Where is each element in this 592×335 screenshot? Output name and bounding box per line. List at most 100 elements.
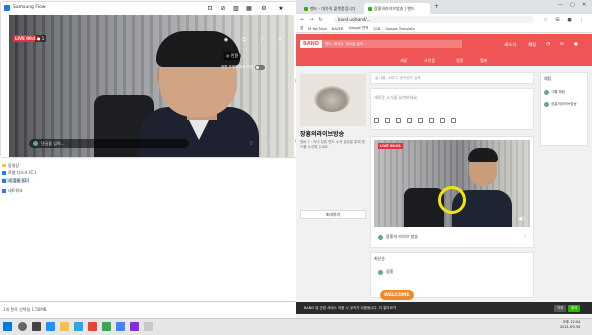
chat-link[interactable]: 채팅	[528, 42, 536, 48]
browser-tab-active[interactable]: 장흥의라이브방송 | 밴드	[364, 3, 430, 14]
sticker-icon[interactable]: ☺	[241, 37, 247, 43]
heart-icon[interactable]: ♡	[249, 141, 253, 147]
menu-tab-posts[interactable]: 새글	[400, 58, 407, 64]
comment-input[interactable]: 댓글을 입력...	[29, 139, 189, 148]
app-icon[interactable]	[144, 322, 153, 331]
band-favicon-icon	[304, 6, 308, 11]
video-icon[interactable]	[385, 118, 390, 123]
avatar[interactable]: ●	[574, 42, 578, 47]
comment-sort[interactable]: 최신순	[374, 256, 385, 262]
cookie-banner: BAND 및 관련 서비스 이용 시 쿠키가 사용됩니다. 더 알아보기	[296, 302, 592, 314]
file-icon[interactable]	[396, 118, 401, 123]
camera-icon[interactable]: ◉	[223, 37, 229, 43]
live-tag: LIVE 00:01	[378, 143, 403, 149]
search-icon[interactable]	[18, 322, 27, 331]
reload-icon[interactable]: ↻	[317, 16, 324, 23]
browser-tab[interactable]: 밴드 - 대가의 플랫폼입니다	[300, 3, 362, 14]
capture-icon[interactable]: ▦	[245, 4, 253, 12]
mic-icon[interactable]: ♪	[259, 37, 265, 43]
bookmark[interactable]: NAVER	[332, 27, 344, 31]
post-placeholder[interactable]: 새로운 소식을 남겨보세요.	[374, 95, 494, 101]
no-mirror-icon[interactable]: ⊘	[219, 4, 227, 12]
app-icon[interactable]	[88, 322, 97, 331]
vote-icon[interactable]	[407, 118, 412, 123]
close-icon[interactable]: ✕	[277, 37, 283, 43]
system-clock[interactable]: 오후 12:04 2021-09-30	[560, 320, 580, 330]
status-text: 1개 항목 선택됨 1.50MB	[3, 307, 47, 312]
tree-item-selected[interactable]: 새 볼륨 (D:)	[2, 178, 30, 183]
bookmark[interactable]: M YouTube	[308, 27, 326, 31]
app-icon[interactable]	[102, 322, 111, 331]
cookie-decline-button[interactable]: 거부	[554, 305, 567, 312]
tree-item[interactable]: 네트워크	[2, 188, 23, 193]
app-icon[interactable]	[130, 322, 139, 331]
more-icon[interactable]: ›	[524, 234, 526, 240]
live-author-row[interactable]: 장흥의 라이브 방송	[378, 234, 418, 240]
close-icon[interactable]: ✕	[582, 2, 586, 8]
maximize-icon[interactable]: ▢	[570, 2, 575, 8]
live-icon[interactable]	[440, 118, 445, 123]
photo-icon[interactable]	[374, 118, 379, 123]
more-icon[interactable]: ⋮	[267, 141, 272, 147]
new-tab-icon[interactable]: +	[434, 3, 439, 10]
profile-icon[interactable]: ●	[566, 16, 573, 23]
toggle-label: 전면 카메라 좌우 반전	[221, 65, 254, 69]
menu-tab-photos[interactable]: 사진첩	[424, 58, 435, 64]
mirror-toggle-row[interactable]: 전면 카메라 좌우 반전	[221, 65, 266, 70]
chat-panel-title: 채팅	[544, 76, 552, 81]
commenter-name: 장흥	[386, 269, 394, 274]
news-link[interactable]: 새소식	[504, 42, 516, 48]
bookmark[interactable]: SCB	[373, 27, 380, 31]
tree-item[interactable]: 로컬 디스크 (C:)	[2, 170, 36, 175]
invite-button[interactable]: 초대하기	[300, 210, 366, 219]
live-video-feed[interactable]: LIVE 00:03 ● 1 ◉ ☺ ♪ ✕ ◎ 전환 전면 카메라 좌우 반전…	[9, 15, 294, 157]
menu-tab-members[interactable]: 멤버	[480, 58, 487, 64]
bookmark[interactable]: Google Translate	[385, 27, 414, 31]
person-hair	[468, 148, 498, 162]
chat-item[interactable]: 장흥의라이브방송	[544, 102, 577, 107]
camera-switch-button[interactable]: ◎ 전환	[223, 52, 242, 60]
location-icon[interactable]	[429, 118, 434, 123]
menu-icon[interactable]: ⋮	[578, 16, 585, 23]
file-explorer-icon[interactable]	[60, 322, 69, 331]
back-icon[interactable]: ←	[299, 16, 306, 23]
chat-item-label: 장흥의라이브방송	[551, 102, 577, 106]
tree-item[interactable]: 동영상	[2, 163, 19, 168]
store-icon[interactable]	[74, 322, 83, 331]
rotate-icon[interactable]: ▨	[232, 4, 240, 12]
chat-icon[interactable]: ✉	[560, 42, 564, 47]
bookmark[interactable]: 앱	[300, 26, 303, 31]
url-input[interactable]: band.us/band/...	[334, 16, 534, 23]
clock-date: 2021-09-30	[560, 325, 581, 329]
cookie-accept-button[interactable]: 동의	[568, 305, 581, 312]
start-windows-icon[interactable]	[3, 322, 12, 331]
post-search-input[interactable]: 글 내용, #태그, @작성자 검색	[370, 72, 534, 84]
minimize-icon[interactable]: —	[558, 2, 563, 8]
star-icon[interactable]: ☆	[542, 16, 549, 23]
band-cover-dog	[314, 86, 350, 112]
bell-icon[interactable]: ◔	[546, 42, 550, 47]
favorite-star-icon[interactable]: ★	[277, 4, 285, 12]
more-icon[interactable]	[451, 118, 456, 123]
forward-icon[interactable]: →	[308, 16, 315, 23]
extension-icon[interactable]: ⊞	[554, 16, 561, 23]
tree-label: 동영상	[8, 162, 20, 168]
bookmark[interactable]: Google 번역	[348, 26, 368, 31]
volume-icon[interactable]: ◀)	[518, 216, 524, 222]
chat-panel	[540, 72, 588, 146]
band-logo[interactable]: BAND	[300, 40, 323, 48]
band-title: 장흥의라이브방송	[300, 131, 345, 138]
schedule-icon[interactable]	[418, 118, 423, 123]
band-search-input[interactable]: 밴드, 페이지, 게시글 검색	[322, 40, 462, 48]
edge-icon[interactable]	[46, 322, 55, 331]
screen-mirror-icon[interactable]: ⊡	[206, 4, 214, 12]
window-title: Samsung Flow	[13, 5, 46, 10]
menu-tab-calendar[interactable]: 일정	[456, 58, 463, 64]
post-toolbar	[374, 118, 456, 123]
avatar	[33, 141, 38, 146]
settings-icon[interactable]: ⚙	[260, 4, 268, 12]
task-view-icon[interactable]	[32, 322, 41, 331]
mirror-toggle[interactable]	[255, 65, 266, 70]
chrome-icon[interactable]	[116, 322, 125, 331]
chat-item[interactable]: 그룹 채팅	[544, 90, 565, 95]
